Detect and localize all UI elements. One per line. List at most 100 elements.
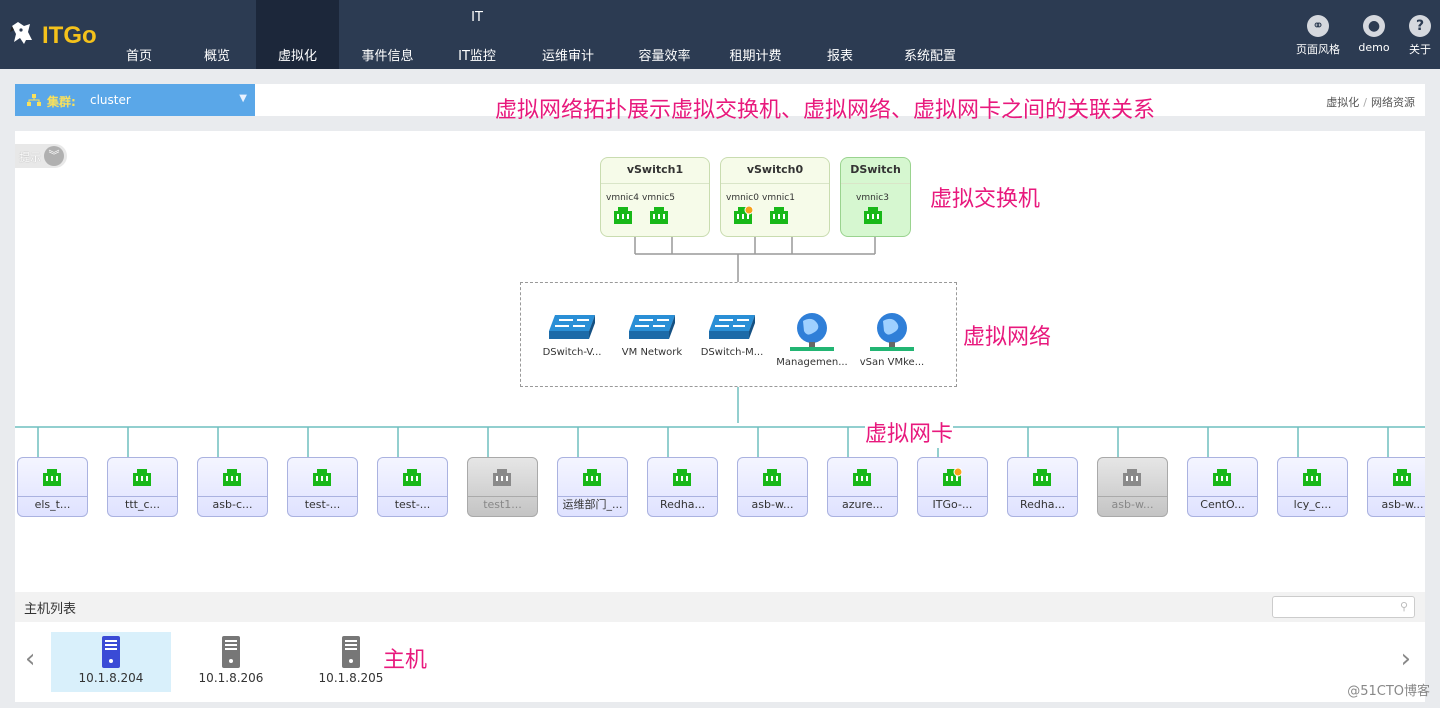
scroll-right-arrow[interactable]: ›: [1401, 644, 1411, 674]
virtual-switch[interactable]: vSwitch1 vmnic4 vmnic5: [600, 157, 710, 237]
breadcrumb-separator: /: [1363, 96, 1367, 109]
hierarchy-icon: [27, 94, 41, 106]
ethernet-port-icon[interactable]: [649, 206, 669, 224]
virtual-network[interactable]: DSwitch-V...: [527, 311, 617, 358]
nav-item-0[interactable]: 首页: [100, 0, 178, 69]
vnic-label: asb-w...: [738, 496, 807, 512]
virtual-network[interactable]: Managemen...: [767, 311, 857, 368]
annotation-title: 虚拟网络拓扑展示虚拟交换机、虚拟网络、虚拟网卡之间的关联关系: [495, 98, 1156, 123]
virtual-network[interactable]: DSwitch-M...: [687, 311, 777, 358]
hint-toggle[interactable]: 提示 ︾: [15, 144, 67, 168]
page-style-button[interactable]: ⚭ 页面风格: [1290, 15, 1346, 57]
virtual-nic[interactable]: CentO...: [1187, 457, 1258, 517]
cluster-select[interactable]: 集群: cluster ▼: [15, 84, 255, 116]
virtual-nic[interactable]: 运维部门_...: [557, 457, 628, 517]
search-icon: ⚲: [1399, 600, 1408, 613]
host-search-input[interactable]: ⚲: [1272, 596, 1415, 618]
virtual-nic[interactable]: lcy_c...: [1277, 457, 1348, 517]
nav-label: 报表: [826, 49, 853, 64]
server-icon: [171, 635, 291, 669]
virtual-nic[interactable]: Redha...: [1007, 457, 1078, 517]
virtual-nic[interactable]: test-...: [287, 457, 358, 517]
virtual-nic[interactable]: els_t...: [17, 457, 88, 517]
page-style-label: 页面风格: [1296, 43, 1340, 56]
ethernet-port-icon[interactable]: [613, 206, 633, 224]
switch-icon: [527, 311, 617, 343]
virtual-nic[interactable]: ITGo-...: [917, 457, 988, 517]
virtual-nic[interactable]: asb-c...: [197, 457, 268, 517]
virtual-nic[interactable]: Redha...: [647, 457, 718, 517]
physical-nic-label: vmnic3: [856, 193, 889, 203]
host-list-title: 主机列表: [24, 602, 77, 617]
ethernet-port-icon: [222, 468, 242, 490]
breadcrumb-item-network: 网络资源: [1371, 96, 1415, 109]
physical-nic-label: vmnic1: [762, 193, 795, 203]
virtual-switch[interactable]: vSwitch0 vmnic0 vmnic1: [720, 157, 830, 237]
virtual-nic[interactable]: ttt_c...: [107, 457, 178, 517]
ethernet-port-icon: [762, 468, 782, 490]
vnic-label: lcy_c...: [1278, 496, 1347, 512]
virtual-nic[interactable]: asb-w...: [1097, 457, 1168, 517]
pie-chart-icon: [824, 10, 856, 40]
host-ip: 10.1.8.204: [78, 671, 144, 685]
host-ip: 10.1.8.206: [198, 671, 264, 685]
vnic-label: ITGo-...: [918, 496, 987, 512]
topology-canvas[interactable]: 提示 ︾ vSwitch1 vmnic4 vmnic5 vSwitch0 vmnic0 v…: [15, 131, 1425, 592]
physical-nic-label: vmnic4: [606, 193, 639, 203]
nav-item-9[interactable]: 系统配置: [880, 0, 980, 69]
nav-item-2[interactable]: 虚拟化: [256, 0, 339, 69]
annotation-switches: 虚拟交换机: [930, 187, 1041, 212]
virtual-network[interactable]: vSan VMke...: [847, 311, 937, 368]
style-icon: ⚭: [1307, 15, 1329, 37]
nav-label: 容量效率: [638, 49, 691, 64]
chevron-down-icon: ▼: [239, 93, 247, 104]
nav-item-5[interactable]: 运维审计: [518, 0, 618, 69]
nav-item-7[interactable]: 租期计费: [711, 0, 800, 69]
virtual-nic[interactable]: asb-w...: [737, 457, 808, 517]
virtual-switch[interactable]: DSwitch vmnic3: [840, 157, 911, 237]
switch-title: vSwitch1: [601, 158, 709, 184]
breadcrumb-item-virtualization[interactable]: 虚拟化: [1326, 96, 1359, 109]
nav-item-1[interactable]: 概览: [178, 0, 256, 69]
ethernet-port-icon: [312, 468, 332, 490]
nav-item-8[interactable]: 报表: [800, 0, 880, 69]
about-label: 关于: [1409, 43, 1431, 56]
ethernet-port-icon[interactable]: [733, 205, 754, 224]
host-item[interactable]: 10.1.8.206: [171, 632, 291, 692]
virtual-nic[interactable]: azure...: [827, 457, 898, 517]
host-item[interactable]: 10.1.8.204: [51, 632, 171, 692]
eye-icon: [552, 10, 584, 40]
gear-icon: [914, 10, 946, 40]
ethernet-port-icon: [42, 468, 62, 490]
vnic-label: test1...: [468, 496, 537, 512]
ethernet-port-icon: [132, 468, 152, 490]
nav-label: IT监控: [458, 49, 496, 64]
nav-label: 事件信息: [361, 49, 414, 64]
nav-item-4[interactable]: IT IT监控: [436, 0, 518, 69]
app-logo[interactable]: ITGo: [8, 14, 108, 54]
nav-item-6[interactable]: 容量效率: [618, 0, 711, 69]
virtual-nic[interactable]: asb-w...: [1367, 457, 1425, 517]
ethernet-port-icon[interactable]: [863, 206, 883, 224]
network-label: DSwitch-V...: [542, 347, 602, 358]
virtual-nic[interactable]: test-...: [377, 457, 448, 517]
scroll-left-arrow[interactable]: ‹: [25, 644, 35, 674]
network-label: Managemen...: [776, 357, 848, 368]
about-button[interactable]: ? 关于: [1392, 15, 1440, 57]
ethernet-port-icon: [1212, 468, 1232, 490]
ethernet-port-icon[interactable]: [769, 206, 789, 224]
virtual-network[interactable]: VM Network: [607, 311, 697, 358]
virtual-nic[interactable]: test1...: [467, 457, 538, 517]
top-navigation-bar: ITGo 首页 概览 虚拟化 事件信息 IT IT监控 运维审计 容量效率 租期计费 报表 系统配置…: [0, 0, 1440, 69]
vnic-label: els_t...: [18, 496, 87, 512]
user-name-label: demo: [1358, 41, 1390, 54]
nav-item-3[interactable]: 事件信息: [339, 0, 436, 69]
annotation-vnics: 虚拟网卡: [865, 416, 954, 448]
ethernet-port-icon: [852, 468, 872, 490]
vnic-label: 运维部门_...: [558, 496, 627, 512]
switch-title: vSwitch0: [721, 158, 829, 184]
cluster-label: 集群:: [47, 95, 76, 109]
switch-title: DSwitch: [841, 158, 910, 184]
nav-label: 运维审计: [541, 49, 594, 64]
switch-icon: [687, 311, 777, 343]
